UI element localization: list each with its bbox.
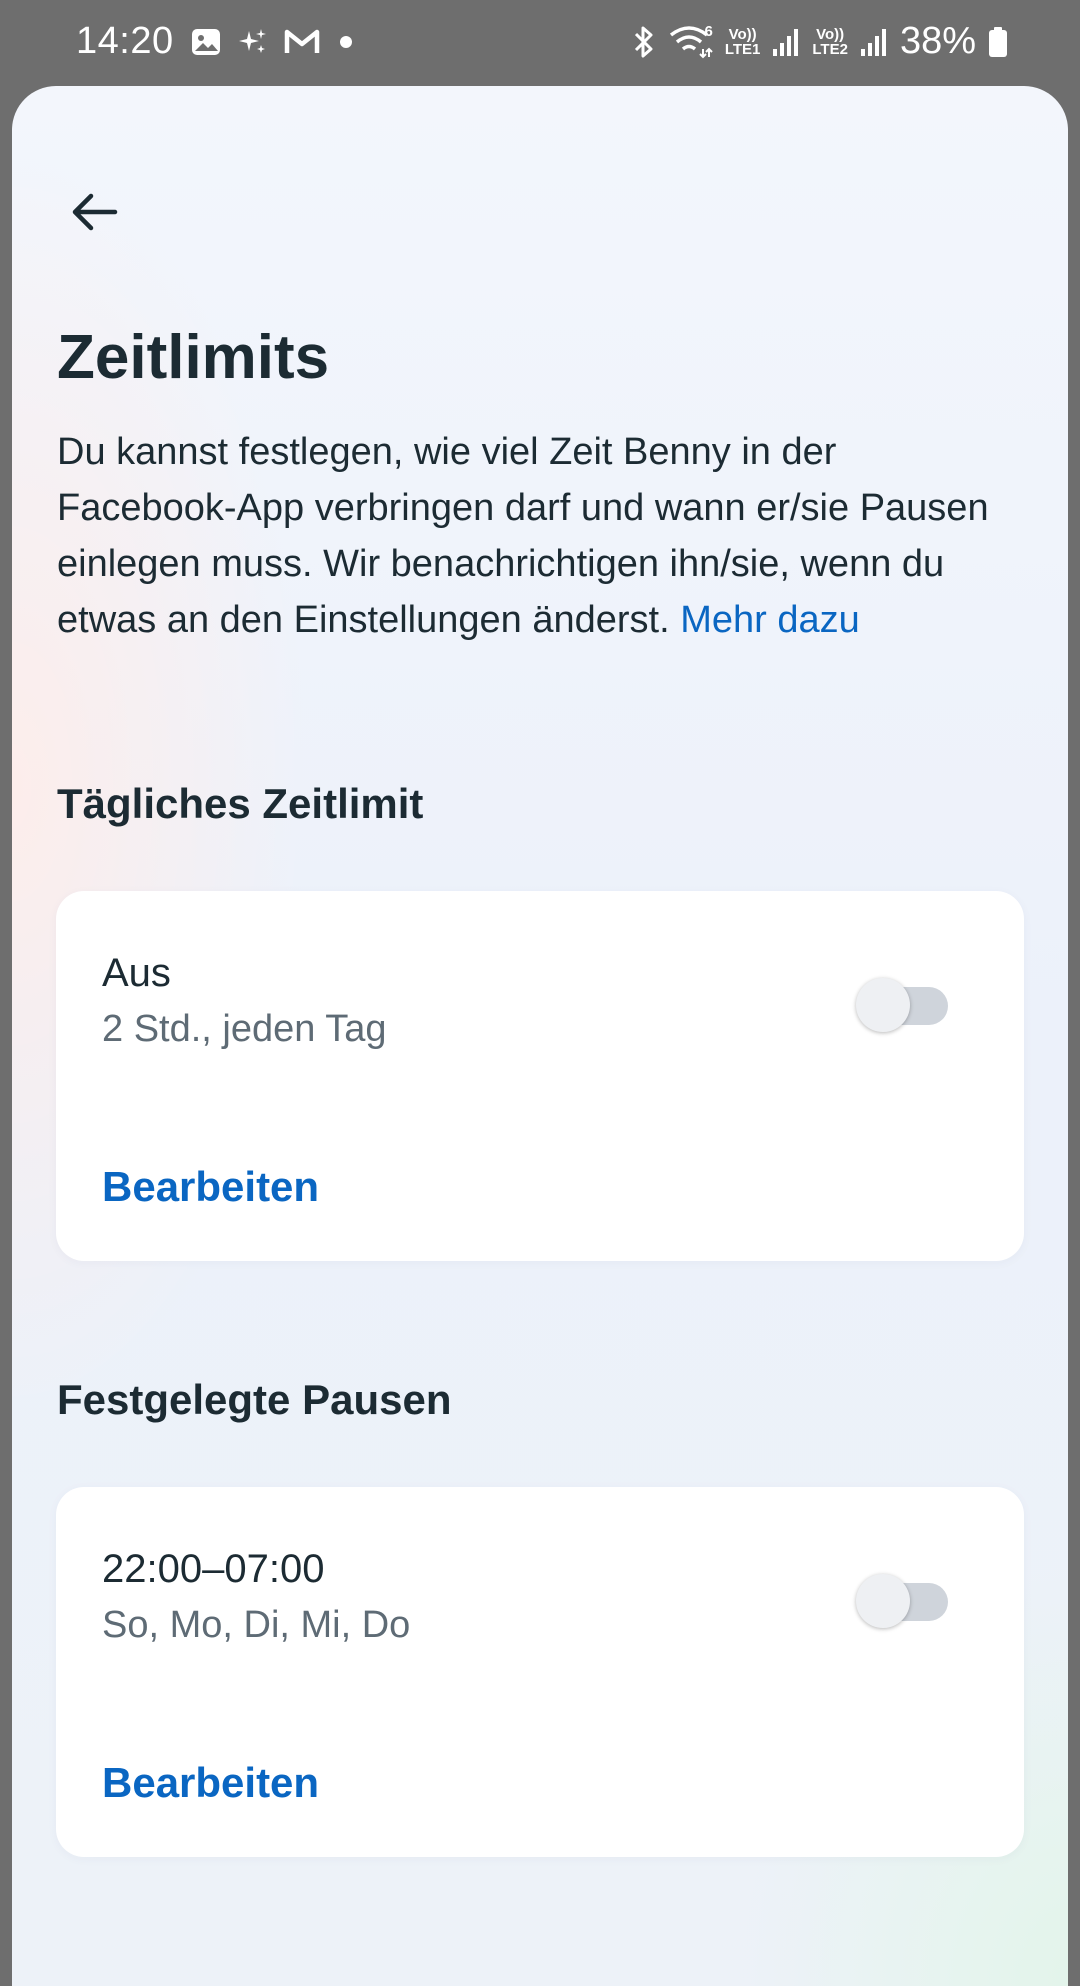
learn-more-link[interactable]: Mehr dazu (680, 599, 860, 641)
sim2-label: Vo)) LTE2 (812, 27, 848, 57)
scheduled-breaks-days: So, Mo, Di, Mi, Do (102, 1604, 411, 1646)
battery-icon (988, 26, 1008, 58)
daily-limit-status: Aus (102, 951, 171, 995)
scheduled-breaks-card: 22:00–07:00 So, Mo, Di, Mi, Do Bearbeite… (56, 1487, 1024, 1857)
wifi-icon: 6 (669, 22, 713, 59)
status-time: 14:20 (76, 20, 174, 62)
sim1-label-top: Vo)) (728, 25, 757, 43)
settings-sheet: Zeitlimits Du kannst festlegen, wie viel… (12, 86, 1068, 1986)
status-left: 14:20 (76, 20, 356, 63)
daily-limit-card: Aus 2 Std., jeden Tag Bearbeiten (56, 891, 1024, 1261)
status-bar: 14:20 6 Vo)) LTE1 Vo)) LTE2 38% (0, 0, 1080, 86)
daily-limit-heading: Tägliches Zeitlimit (57, 780, 424, 827)
scheduled-breaks-time: 22:00–07:00 (102, 1547, 325, 1591)
gallery-icon (190, 26, 222, 58)
toggle-knob (856, 1574, 910, 1628)
daily-limit-toggle[interactable] (856, 975, 948, 1033)
sparkle-icon (238, 27, 268, 57)
scheduled-breaks-heading: Festgelegte Pausen (57, 1376, 452, 1423)
signal-icon (860, 27, 888, 57)
status-right: 6 Vo)) LTE1 Vo)) LTE2 38% (631, 20, 1008, 63)
daily-limit-detail: 2 Std., jeden Tag (102, 1008, 387, 1050)
bluetooth-icon (631, 25, 657, 59)
page-description: Du kannst festlegen, wie viel Zeit Benny… (57, 424, 1017, 648)
toggle-knob (856, 978, 910, 1032)
sim1-label-bottom: LTE1 (724, 40, 761, 58)
back-button[interactable] (56, 174, 132, 250)
gmail-icon (284, 27, 320, 57)
wifi-badge: 6 (704, 22, 713, 40)
page-title: Zeitlimits (57, 323, 330, 392)
scheduled-breaks-edit-button[interactable]: Bearbeiten (102, 1759, 319, 1807)
dot-icon (336, 32, 356, 52)
sim1-label: Vo)) LTE1 (725, 27, 761, 57)
scheduled-breaks-toggle[interactable] (856, 1571, 948, 1629)
arrow-left-icon (69, 192, 119, 232)
sim2-label-top: Vo)) (816, 25, 845, 43)
signal-icon (772, 27, 800, 57)
battery-percent: 38% (899, 20, 976, 62)
daily-limit-edit-button[interactable]: Bearbeiten (102, 1163, 319, 1211)
sim2-label-bottom: LTE2 (812, 40, 848, 58)
